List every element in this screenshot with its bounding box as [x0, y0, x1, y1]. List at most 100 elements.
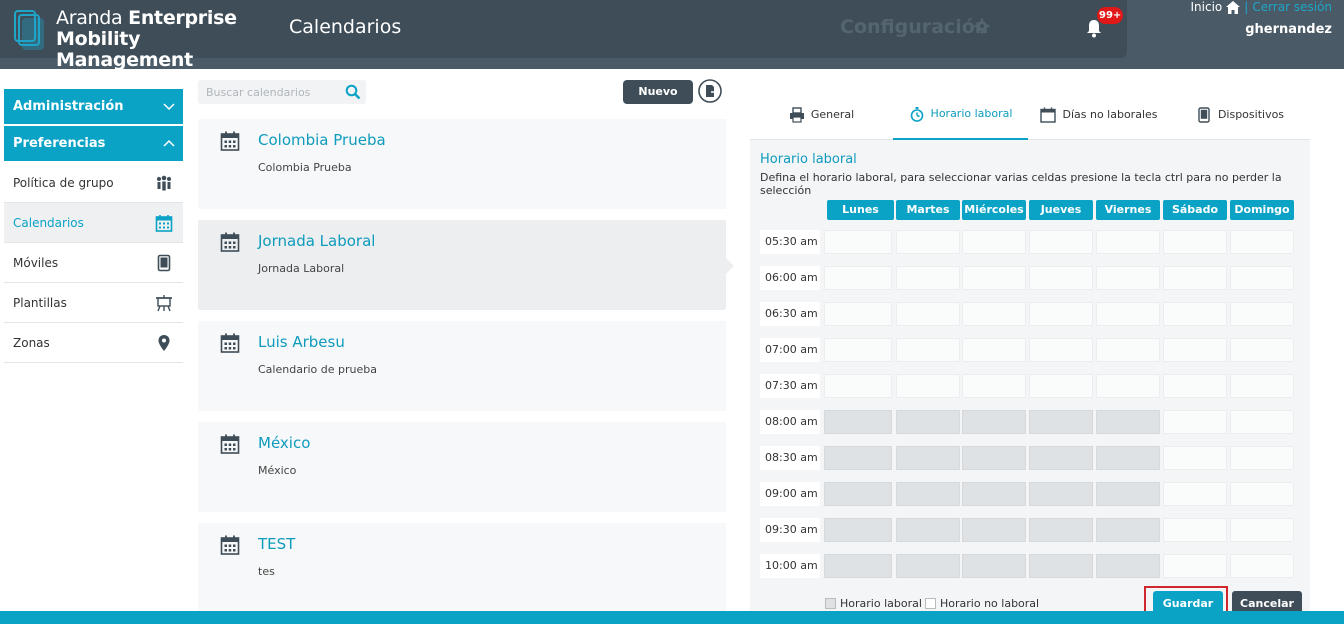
schedule-cell[interactable]	[962, 338, 1026, 362]
sidebar-item-moviles[interactable]: Móviles	[4, 243, 183, 283]
day-header[interactable]: Domingo	[1230, 200, 1294, 220]
schedule-cell[interactable]	[1230, 266, 1294, 290]
schedule-cell[interactable]	[1163, 446, 1227, 470]
schedule-cell-working[interactable]	[1096, 518, 1160, 542]
calendar-title[interactable]: Luis Arbesu	[258, 333, 345, 351]
schedule-cell[interactable]	[896, 230, 960, 254]
schedule-cell-working[interactable]	[962, 482, 1026, 506]
calendar-title[interactable]: Jornada Laboral	[258, 232, 375, 250]
new-calendar-button[interactable]: Nuevo	[623, 80, 693, 104]
schedule-cell[interactable]	[1230, 410, 1294, 434]
schedule-cell-working[interactable]	[896, 554, 960, 578]
schedule-cell-working[interactable]	[1096, 482, 1160, 506]
schedule-cell-working[interactable]	[962, 518, 1026, 542]
schedule-cell-working[interactable]	[824, 482, 892, 506]
day-header[interactable]: Lunes	[827, 200, 894, 220]
schedule-cell[interactable]	[1163, 230, 1227, 254]
schedule-cell[interactable]	[962, 266, 1026, 290]
schedule-cell-working[interactable]	[896, 410, 960, 434]
schedule-cell[interactable]	[1230, 302, 1294, 326]
sidebar-item-zonas[interactable]: Zonas	[4, 323, 183, 363]
schedule-cell[interactable]	[1163, 482, 1227, 506]
schedule-cell[interactable]	[1096, 338, 1160, 362]
schedule-cell[interactable]	[1096, 374, 1160, 398]
schedule-cell[interactable]	[1230, 338, 1294, 362]
calendar-title[interactable]: Colombia Prueba	[258, 131, 386, 149]
schedule-cell[interactable]	[824, 230, 892, 254]
calendar-list-item-selected[interactable]: Jornada Laboral Jornada Laboral	[198, 220, 726, 310]
schedule-cell[interactable]	[824, 338, 892, 362]
schedule-cell[interactable]	[1029, 338, 1093, 362]
day-header[interactable]: Viernes	[1096, 200, 1160, 220]
schedule-cell[interactable]	[1230, 482, 1294, 506]
schedule-cell-working[interactable]	[1029, 518, 1093, 542]
schedule-cell-working[interactable]	[896, 482, 960, 506]
schedule-cell-working[interactable]	[1096, 446, 1160, 470]
search-icon[interactable]	[345, 84, 361, 100]
schedule-cell[interactable]	[1230, 518, 1294, 542]
calendar-list-item[interactable]: Colombia Prueba Colombia Prueba	[198, 119, 726, 209]
schedule-cell[interactable]	[896, 302, 960, 326]
schedule-cell[interactable]	[962, 302, 1026, 326]
schedule-cell[interactable]	[1230, 374, 1294, 398]
day-header[interactable]: Martes	[896, 200, 960, 220]
schedule-cell-working[interactable]	[1029, 554, 1093, 578]
tab-dispositivos[interactable]: Dispositivos	[1170, 89, 1310, 140]
schedule-cell[interactable]	[1096, 266, 1160, 290]
tab-general[interactable]: General	[750, 89, 893, 140]
schedule-cell[interactable]	[824, 266, 892, 290]
schedule-cell-working[interactable]	[1029, 482, 1093, 506]
sidebar-item-calendarios[interactable]: Calendarios	[4, 203, 183, 243]
schedule-cell-working[interactable]	[1029, 410, 1093, 434]
schedule-cell[interactable]	[1163, 410, 1227, 434]
username[interactable]: ghernandez	[1245, 22, 1332, 37]
schedule-cell-working[interactable]	[962, 410, 1026, 434]
schedule-cell[interactable]	[1163, 266, 1227, 290]
home-link[interactable]: Inicio	[1191, 0, 1223, 14]
sidebar-item-plantillas[interactable]: Plantillas	[4, 283, 183, 323]
schedule-cell[interactable]	[824, 302, 892, 326]
schedule-cell-working[interactable]	[896, 446, 960, 470]
calendar-title[interactable]: TEST	[258, 535, 295, 553]
schedule-cell[interactable]	[1230, 230, 1294, 254]
calendar-title[interactable]: México	[258, 434, 310, 452]
schedule-cell[interactable]	[1029, 266, 1093, 290]
config-link[interactable]: Configuración	[840, 16, 988, 38]
schedule-cell-working[interactable]	[824, 446, 892, 470]
schedule-cell[interactable]	[1163, 338, 1227, 362]
schedule-cell-working[interactable]	[962, 554, 1026, 578]
schedule-cell[interactable]	[962, 374, 1026, 398]
calendar-list-item[interactable]: México México	[198, 422, 726, 512]
calendar-list-item[interactable]: Luis Arbesu Calendario de prueba	[198, 321, 726, 411]
schedule-cell[interactable]	[896, 338, 960, 362]
day-header[interactable]: Jueves	[1029, 200, 1093, 220]
schedule-cell[interactable]	[1230, 446, 1294, 470]
schedule-cell-working[interactable]	[1096, 554, 1160, 578]
logout-link[interactable]: Cerrar sesión	[1252, 0, 1332, 14]
schedule-cell[interactable]	[1163, 518, 1227, 542]
calendar-list-item[interactable]: TEST tes	[198, 523, 726, 613]
sidebar-section-preferencias[interactable]: Preferencias	[4, 126, 183, 161]
day-header[interactable]: Miércoles	[962, 200, 1026, 220]
schedule-cell[interactable]	[1163, 554, 1227, 578]
schedule-cell[interactable]	[824, 374, 892, 398]
schedule-cell[interactable]	[896, 266, 960, 290]
schedule-cell-working[interactable]	[824, 518, 892, 542]
sidebar-section-administracion[interactable]: Administración	[4, 89, 183, 124]
schedule-cell-working[interactable]	[824, 554, 892, 578]
brand[interactable]: Aranda Enterprise Mobility Management	[0, 0, 266, 71]
schedule-cell-working[interactable]	[1096, 410, 1160, 434]
schedule-cell[interactable]	[1096, 230, 1160, 254]
tab-dias-no-laborales[interactable]: Días no laborales	[1028, 89, 1170, 140]
day-header[interactable]: Sábado	[1163, 200, 1227, 220]
schedule-cell[interactable]	[1163, 374, 1227, 398]
schedule-cell[interactable]	[1096, 302, 1160, 326]
sidebar-item-politica-de-grupo[interactable]: Política de grupo	[4, 163, 183, 203]
tab-horario-laboral[interactable]: Horario laboral	[893, 89, 1028, 140]
schedule-cell[interactable]	[1163, 302, 1227, 326]
schedule-cell[interactable]	[962, 230, 1026, 254]
gear-icon[interactable]	[974, 18, 990, 34]
schedule-cell[interactable]	[896, 374, 960, 398]
home-icon[interactable]	[1226, 0, 1241, 14]
schedule-cell[interactable]	[1029, 374, 1093, 398]
